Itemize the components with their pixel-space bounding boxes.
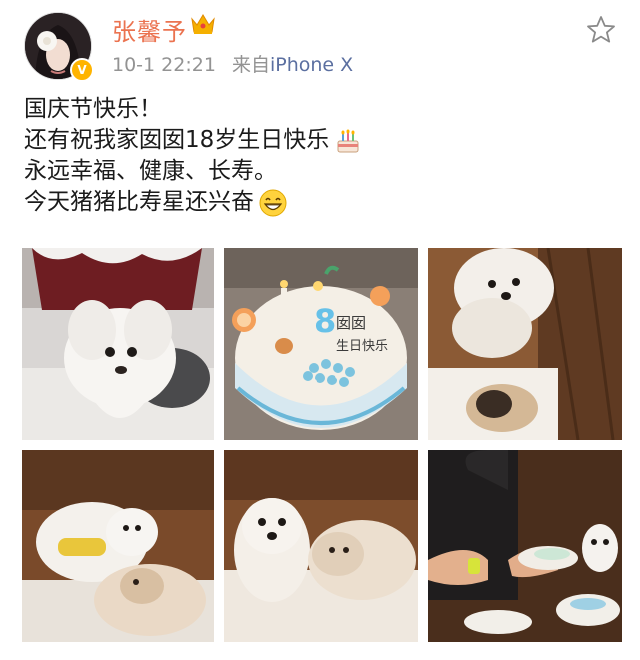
post-time: 10-1 22:21 [112,54,216,76]
post-meta: 10-1 22:21 来自iPhone X [112,50,353,77]
content-line: 还有祝我家囡囡18岁生日快乐 [24,125,624,156]
photo-birthday-cake[interactable]: 8 囡囡 生日快乐 [224,248,418,440]
photo-grid: 8 囡囡 生日快乐 [22,248,622,642]
content-line: 今天猪猪比寿星还兴奋 [24,187,624,218]
star-icon[interactable] [585,14,617,46]
source-device[interactable]: iPhone X [270,54,353,76]
verified-badge-icon: V [70,58,94,82]
post-content: 国庆节快乐！ 还有祝我家囡囡18岁生日快乐 永远幸福、健康、长寿。 今天猪猪比寿… [24,94,624,218]
cake-text-wish: 生日快乐 [336,339,388,354]
source-label: 来自 [231,54,270,76]
cake-text-name: 囡囡 [336,314,366,332]
grin-emoji [259,189,287,216]
content-line: 国庆节快乐！ [24,96,162,122]
photo-cutting-cake[interactable] [428,450,622,642]
username[interactable]: 张馨予 [112,12,187,47]
photo-dog-party-hat[interactable] [22,248,214,440]
weibo-post: V 张馨予 10-1 22:21 来自iPhone X 国庆节快乐！ 还有祝我家… [0,0,640,660]
photo-pomeranian-floor[interactable] [428,248,622,440]
cake-number: 8 [314,302,336,340]
photo-dogs-blanket[interactable] [22,450,214,642]
photo-two-dogs[interactable] [224,450,418,642]
crown-icon [191,14,215,34]
cake-emoji [337,129,359,152]
content-line: 永远幸福、健康、长寿。 [24,158,277,184]
avatar[interactable]: V [24,12,94,82]
